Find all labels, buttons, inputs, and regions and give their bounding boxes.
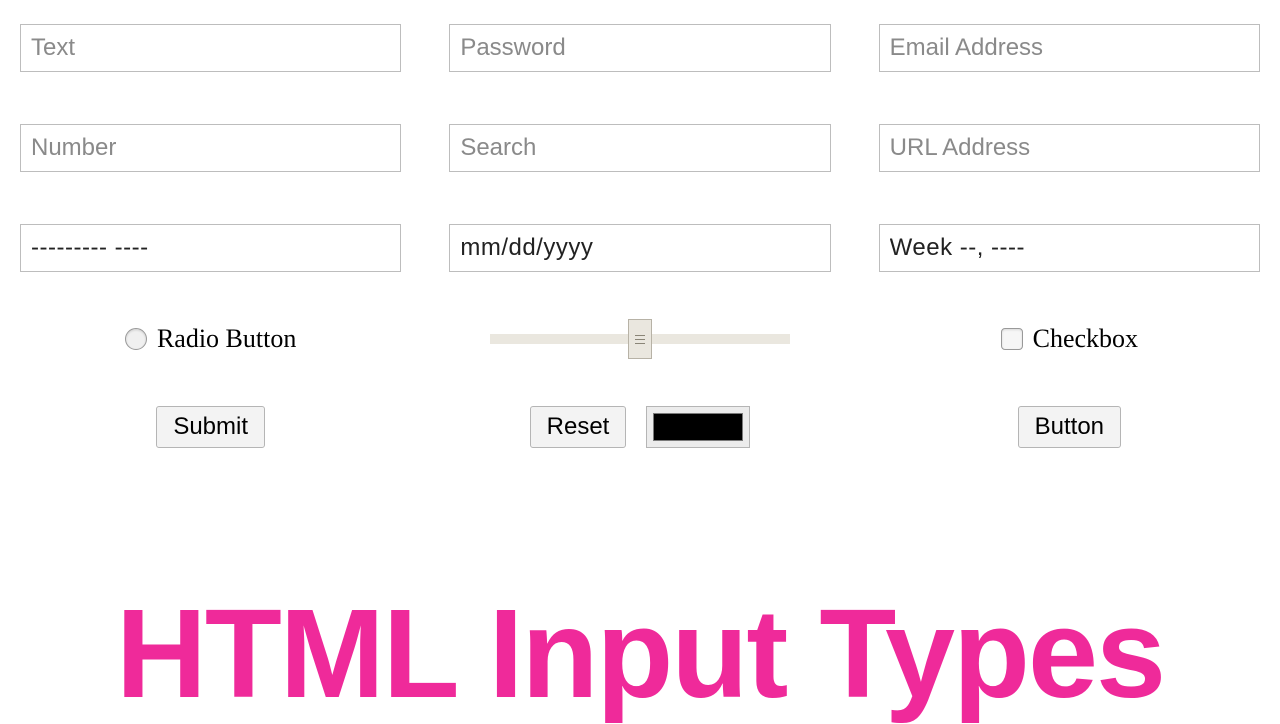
- cell-submit: Submit: [20, 406, 401, 448]
- radio-icon: [125, 328, 147, 350]
- cell-range: [449, 324, 830, 354]
- reset-color-group: Reset: [530, 406, 751, 448]
- cell-button: Button: [879, 406, 1260, 448]
- row-number-search-url: [20, 124, 1260, 172]
- week-input[interactable]: [879, 224, 1260, 272]
- cell-week: [879, 224, 1260, 272]
- cell-date: [449, 224, 830, 272]
- submit-button[interactable]: Submit: [156, 406, 265, 448]
- checkbox-icon: [1001, 328, 1023, 350]
- cell-password: [449, 24, 830, 72]
- generic-button[interactable]: Button: [1018, 406, 1121, 448]
- radio-button[interactable]: Radio Button: [125, 324, 296, 354]
- page-title: HTML Input Types: [0, 594, 1280, 714]
- color-input[interactable]: [646, 406, 750, 448]
- radio-label: Radio Button: [157, 324, 296, 354]
- row-text-password-email: [20, 24, 1260, 72]
- cell-url: [879, 124, 1260, 172]
- row-month-date-week: [20, 224, 1260, 272]
- range-slider[interactable]: [490, 324, 790, 354]
- cell-radio: Radio Button: [20, 324, 401, 354]
- number-input[interactable]: [20, 124, 401, 172]
- date-input[interactable]: [449, 224, 830, 272]
- cell-email: [879, 24, 1260, 72]
- row-radio-range-checkbox: Radio Button Checkbox: [20, 324, 1260, 354]
- checkbox-label: Checkbox: [1033, 324, 1138, 354]
- email-input[interactable]: [879, 24, 1260, 72]
- cell-reset-color: Reset: [449, 406, 830, 448]
- cell-number: [20, 124, 401, 172]
- cell-search: [449, 124, 830, 172]
- slider-thumb[interactable]: [628, 319, 652, 359]
- row-buttons: Submit Reset Button: [20, 406, 1260, 448]
- color-swatch: [653, 413, 743, 441]
- search-input[interactable]: [449, 124, 830, 172]
- cell-checkbox: Checkbox: [879, 324, 1260, 354]
- reset-button[interactable]: Reset: [530, 406, 627, 448]
- text-input[interactable]: [20, 24, 401, 72]
- url-input[interactable]: [879, 124, 1260, 172]
- cell-text: [20, 24, 401, 72]
- cell-month: [20, 224, 401, 272]
- password-input[interactable]: [449, 24, 830, 72]
- month-input[interactable]: [20, 224, 401, 272]
- checkbox-control[interactable]: Checkbox: [1001, 324, 1138, 354]
